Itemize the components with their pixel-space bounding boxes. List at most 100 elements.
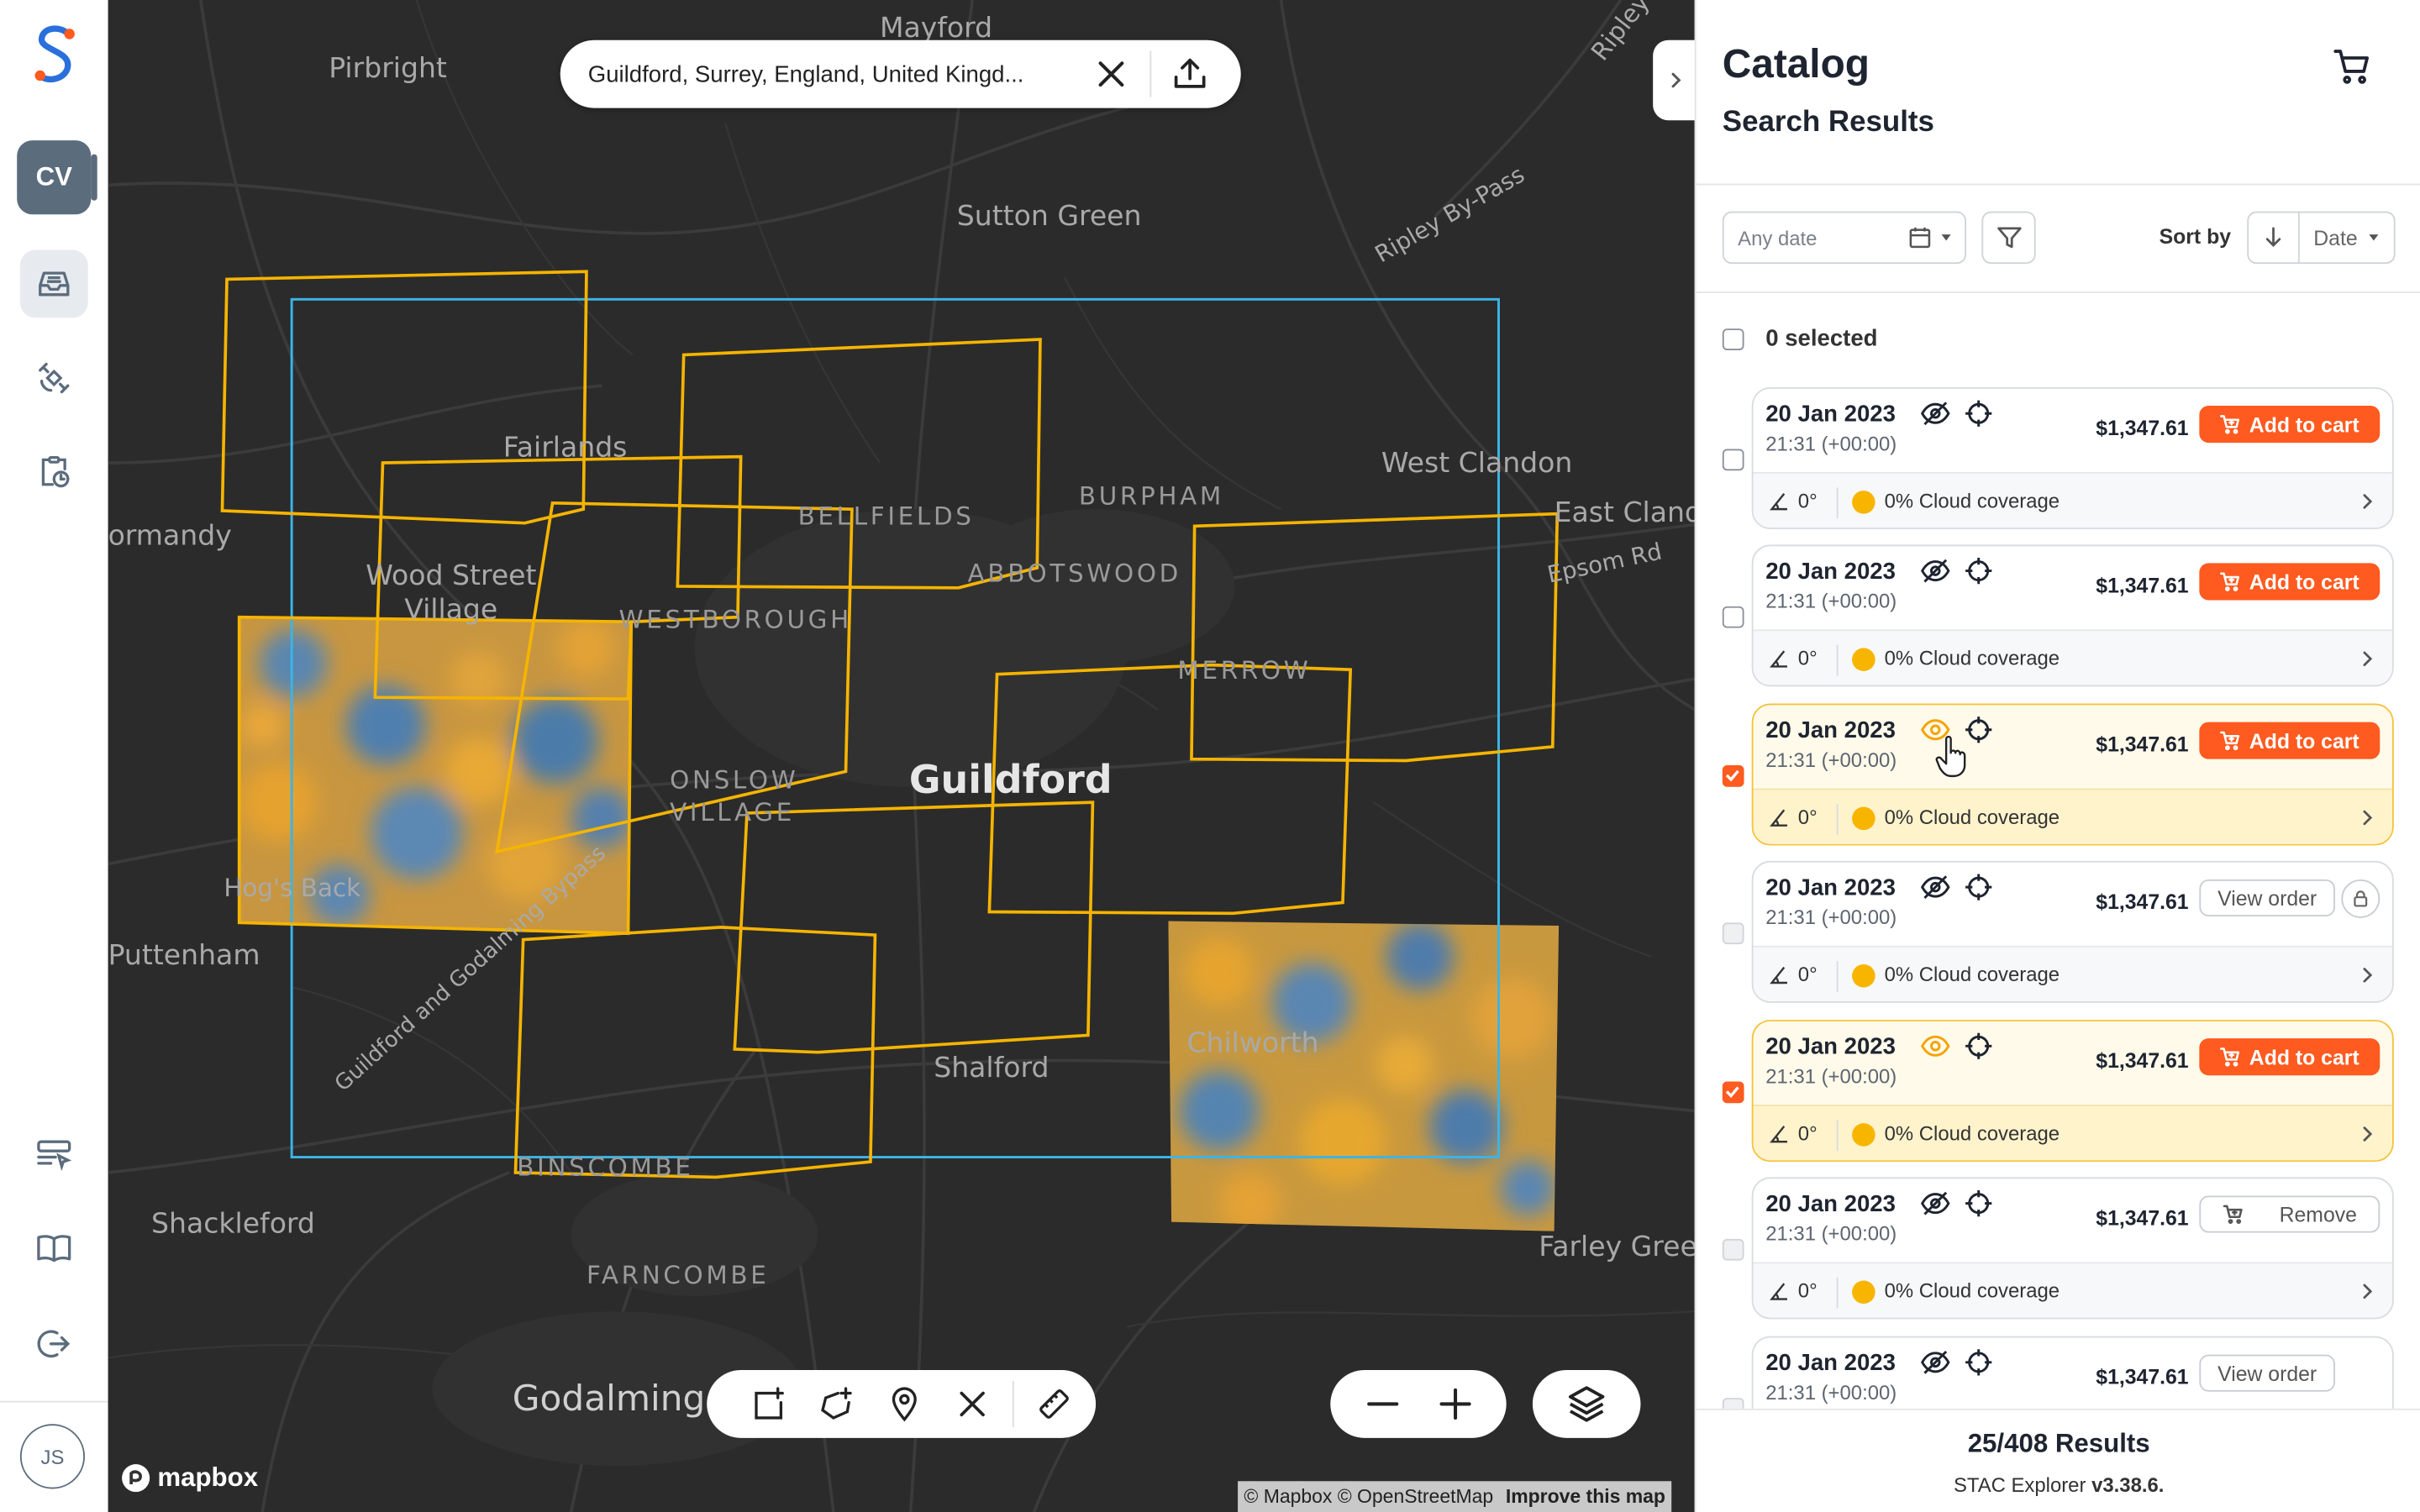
date-filter[interactable]: Any date bbox=[1722, 211, 1967, 265]
view-order-button[interactable]: View order bbox=[2199, 1354, 2335, 1392]
result-checkbox[interactable] bbox=[1722, 606, 1744, 628]
result-details-row[interactable]: 0° 0% Cloud coverage bbox=[1753, 1105, 2392, 1161]
eye-off-icon[interactable] bbox=[1920, 872, 1951, 911]
off-nadir-angle: 0° bbox=[1797, 963, 1818, 986]
measure-button[interactable] bbox=[1020, 1370, 1088, 1438]
result-checkbox[interactable] bbox=[1722, 922, 1744, 945]
result-checkbox[interactable] bbox=[1722, 765, 1744, 787]
drop-pin-button[interactable] bbox=[871, 1370, 939, 1438]
crosshair-icon[interactable] bbox=[1963, 398, 1994, 437]
sort-control: Date bbox=[2247, 211, 2396, 265]
add-to-cart-button[interactable]: Add to cart bbox=[2199, 1038, 2381, 1076]
result-details-row[interactable]: 0° 0% Cloud coverage bbox=[1753, 629, 2392, 685]
app-logo[interactable] bbox=[28, 22, 80, 90]
result-card[interactable]: 20 Jan 2023 21:31 (+00:00) $1,347.61 Remove… bbox=[1751, 1177, 2394, 1320]
result-card[interactable]: 20 Jan 2023 21:31 (+00:00) $1,347.61 Add to… bbox=[1751, 387, 2394, 530]
sort-direction-button[interactable] bbox=[2249, 213, 2300, 263]
map-label: Farley Gree bbox=[1539, 1231, 1695, 1264]
draw-toolbar bbox=[707, 1370, 1097, 1438]
panel-title: Catalog bbox=[1722, 39, 1870, 87]
eye-off-icon[interactable] bbox=[1920, 398, 1951, 437]
eye-off-icon[interactable] bbox=[1920, 555, 1951, 594]
filter-button[interactable] bbox=[1981, 211, 2036, 265]
crosshair-icon[interactable] bbox=[1963, 1031, 1994, 1069]
sort-field-select[interactable]: Date bbox=[2313, 226, 2357, 249]
crosshair-icon[interactable] bbox=[1963, 555, 1994, 594]
catalog-nav-button[interactable] bbox=[19, 249, 88, 318]
clear-drawing-button[interactable] bbox=[939, 1370, 1007, 1438]
improve-map-link[interactable]: Improve this map bbox=[1506, 1486, 1665, 1508]
crosshair-icon[interactable] bbox=[1963, 872, 1994, 911]
add-to-cart-label: Add to cart bbox=[2249, 412, 2360, 436]
map-label: VILLAGE bbox=[670, 797, 795, 827]
view-order-button[interactable]: View order bbox=[2199, 879, 2335, 917]
cart-icon[interactable] bbox=[2332, 46, 2372, 87]
search-divider bbox=[1150, 50, 1152, 97]
draw-polygon-button[interactable] bbox=[802, 1370, 871, 1438]
chevron-right-icon[interactable] bbox=[2360, 1280, 2375, 1308]
chevron-right-icon[interactable] bbox=[2360, 807, 2375, 835]
collapse-panel-button[interactable] bbox=[1653, 39, 1700, 121]
map-label: Godalming bbox=[512, 1379, 706, 1420]
eye-off-icon[interactable] bbox=[1920, 1347, 1951, 1385]
location-pin-icon bbox=[892, 1387, 917, 1422]
draw-rectangle-button[interactable] bbox=[734, 1370, 802, 1438]
logout-button[interactable] bbox=[20, 1310, 88, 1378]
add-to-cart-button[interactable]: Add to cart bbox=[2199, 406, 2381, 444]
panel-divider bbox=[1696, 183, 2420, 186]
result-card[interactable]: 20 Jan 2023 21:31 (+00:00) $1,347.61 Add to… bbox=[1751, 544, 2394, 687]
book-icon bbox=[37, 1235, 71, 1263]
result-details-row[interactable]: 0° 0% Cloud coverage bbox=[1753, 472, 2392, 528]
mapbox-logo[interactable]: mapbox bbox=[120, 1462, 258, 1494]
panel-subtitle: Search Results bbox=[1722, 106, 1934, 139]
add-to-cart-button[interactable]: Add to cart bbox=[2199, 563, 2381, 601]
upload-aoi-button[interactable] bbox=[1164, 48, 1216, 100]
details-divider bbox=[1836, 1277, 1839, 1309]
map-label: Hog's Back bbox=[224, 873, 361, 903]
eye-icon[interactable] bbox=[1920, 1031, 1951, 1069]
location-search-bar[interactable]: Guildford, Surrey, England, United Kingd… bbox=[560, 39, 1241, 108]
remove-from-cart-button[interactable]: Remove bbox=[2199, 1195, 2381, 1233]
item-price: $1,347.61 bbox=[2096, 1365, 2189, 1389]
map-label: Wood Street bbox=[366, 559, 537, 593]
map-canvas[interactable]: Mayford Pirbright Ripley Sutton Green Ri… bbox=[108, 0, 1695, 1512]
result-details-row[interactable]: 0° 0% Cloud coverage bbox=[1753, 945, 2392, 1002]
result-checkbox[interactable] bbox=[1722, 1238, 1744, 1261]
zoom-out-icon[interactable] bbox=[1365, 1387, 1399, 1420]
result-details-row[interactable]: 0° 0% Cloud coverage bbox=[1753, 1262, 2392, 1318]
chevron-right-icon[interactable] bbox=[2360, 648, 2375, 675]
crosshair-icon[interactable] bbox=[1963, 1347, 1994, 1385]
user-avatar[interactable]: JS bbox=[19, 1424, 86, 1489]
map-label: Chilworth bbox=[1186, 1027, 1319, 1060]
attribution-text[interactable]: © Mapbox © OpenStreetMap bbox=[1244, 1486, 1493, 1508]
chevron-right-icon[interactable] bbox=[2360, 491, 2375, 518]
crosshair-icon[interactable] bbox=[1963, 1188, 1994, 1226]
acquisition-date: 20 Jan 2023 bbox=[1765, 1033, 1896, 1060]
zoom-in-icon[interactable] bbox=[1438, 1387, 1471, 1420]
chevron-right-icon[interactable] bbox=[2360, 964, 2375, 992]
location-search-value[interactable]: Guildford, Surrey, England, United Kingd… bbox=[588, 61, 1079, 87]
upload-icon bbox=[1174, 58, 1206, 88]
documentation-button[interactable] bbox=[20, 1215, 88, 1283]
tasking-nav-button[interactable] bbox=[20, 344, 88, 412]
details-divider bbox=[1836, 1120, 1839, 1152]
result-card[interactable]: 20 Jan 2023 21:31 (+00:00) $1,347.61 Add to… bbox=[1751, 1020, 2394, 1163]
result-checkbox[interactable] bbox=[1722, 449, 1744, 471]
docs-cards-button[interactable] bbox=[20, 1120, 88, 1188]
cart-add-icon bbox=[2220, 571, 2242, 593]
result-details-row[interactable]: 0° 0% Cloud coverage bbox=[1753, 788, 2392, 844]
polygon-add-icon bbox=[821, 1387, 852, 1420]
result-card[interactable]: 20 Jan 2023 21:31 (+00:00) $1,347.61 Add to… bbox=[1751, 703, 2394, 846]
result-card[interactable]: 20 Jan 2023 21:31 (+00:00) $1,347.61 View o… bbox=[1751, 860, 2394, 1003]
workspace-badge[interactable]: CV bbox=[17, 140, 92, 215]
clear-search-button[interactable] bbox=[1085, 48, 1137, 100]
add-to-cart-button[interactable]: Add to cart bbox=[2199, 722, 2381, 759]
select-all-checkbox[interactable] bbox=[1722, 328, 1744, 350]
eye-off-icon[interactable] bbox=[1920, 1188, 1951, 1226]
layers-button[interactable] bbox=[1532, 1370, 1641, 1438]
orders-nav-button[interactable] bbox=[20, 438, 88, 507]
result-checkbox[interactable] bbox=[1722, 1081, 1744, 1104]
cart-add-icon bbox=[2220, 1046, 2242, 1068]
chevron-right-icon[interactable] bbox=[2360, 1123, 2375, 1151]
item-price: $1,347.61 bbox=[2096, 574, 2189, 597]
